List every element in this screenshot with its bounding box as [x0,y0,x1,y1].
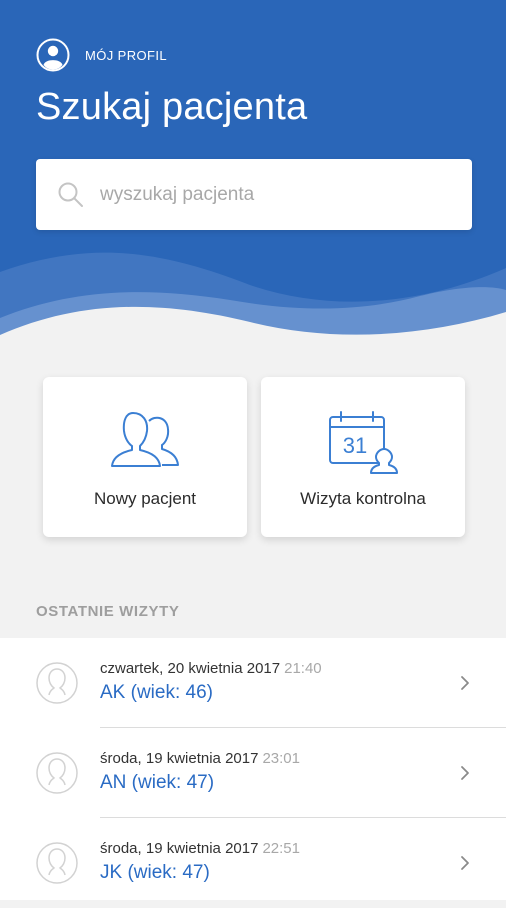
patient-avatar-icon [36,842,78,884]
recent-visits-list: czwartek, 20 kwietnia 2017 21:40 AK (wiek… [0,638,506,900]
my-profile-link[interactable]: MÓJ PROFIL [36,38,167,72]
profile-avatar-icon [36,38,70,72]
search-box[interactable] [36,159,472,230]
header: MÓJ PROFIL Szukaj pacjenta [0,0,506,345]
calendar-day-number: 31 [343,433,367,458]
search-icon [58,182,83,207]
chevron-right-icon [461,856,469,870]
visit-date-text: czwartek, 20 kwietnia 2017 [100,660,281,677]
patient-avatar-icon [36,662,78,704]
visit-date: czwartek, 20 kwietnia 2017 21:40 [100,660,322,677]
visit-date-text: środa, 19 kwietnia 2017 [100,840,259,857]
search-input[interactable] [98,182,452,207]
visit-patient-name: AN (wiek: 47) [100,772,215,793]
patient-avatar-icon [36,752,78,794]
visit-list-item[interactable]: środa, 19 kwietnia 2017 22:51 JK (wiek: 4… [0,818,506,908]
chevron-right-icon [461,766,469,780]
visit-patient-name: AK (wiek: 46) [100,682,213,703]
visit-list-item[interactable]: czwartek, 20 kwietnia 2017 21:40 AK (wiek… [0,638,506,728]
users-icon [111,412,179,467]
control-visit-label: Wizyta kontrolna [300,489,426,508]
control-visit-button[interactable]: 31 Wizyta kontrolna [261,377,465,537]
visit-date: środa, 19 kwietnia 2017 22:51 [100,840,300,857]
page-title: Szukaj pacjenta [36,86,308,128]
visit-list-item[interactable]: środa, 19 kwietnia 2017 23:01 AN (wiek: 4… [0,728,506,818]
calendar-patient-icon: 31 [329,411,398,474]
new-patient-label: Nowy pacjent [93,489,197,508]
profile-label: MÓJ PROFIL [85,47,168,63]
visit-time: 21:40 [284,660,322,677]
visit-time: 22:51 [262,840,300,857]
chevron-right-icon [461,676,469,690]
visit-date: środa, 19 kwietnia 2017 23:01 [100,750,300,767]
recent-visits-heading: OSTATNIE WIZYTY [36,603,180,620]
visit-patient-name: JK (wiek: 47) [100,862,210,883]
new-patient-button[interactable]: Nowy pacjent [43,377,247,537]
visit-date-text: środa, 19 kwietnia 2017 [100,750,259,767]
visit-time: 23:01 [262,750,300,767]
